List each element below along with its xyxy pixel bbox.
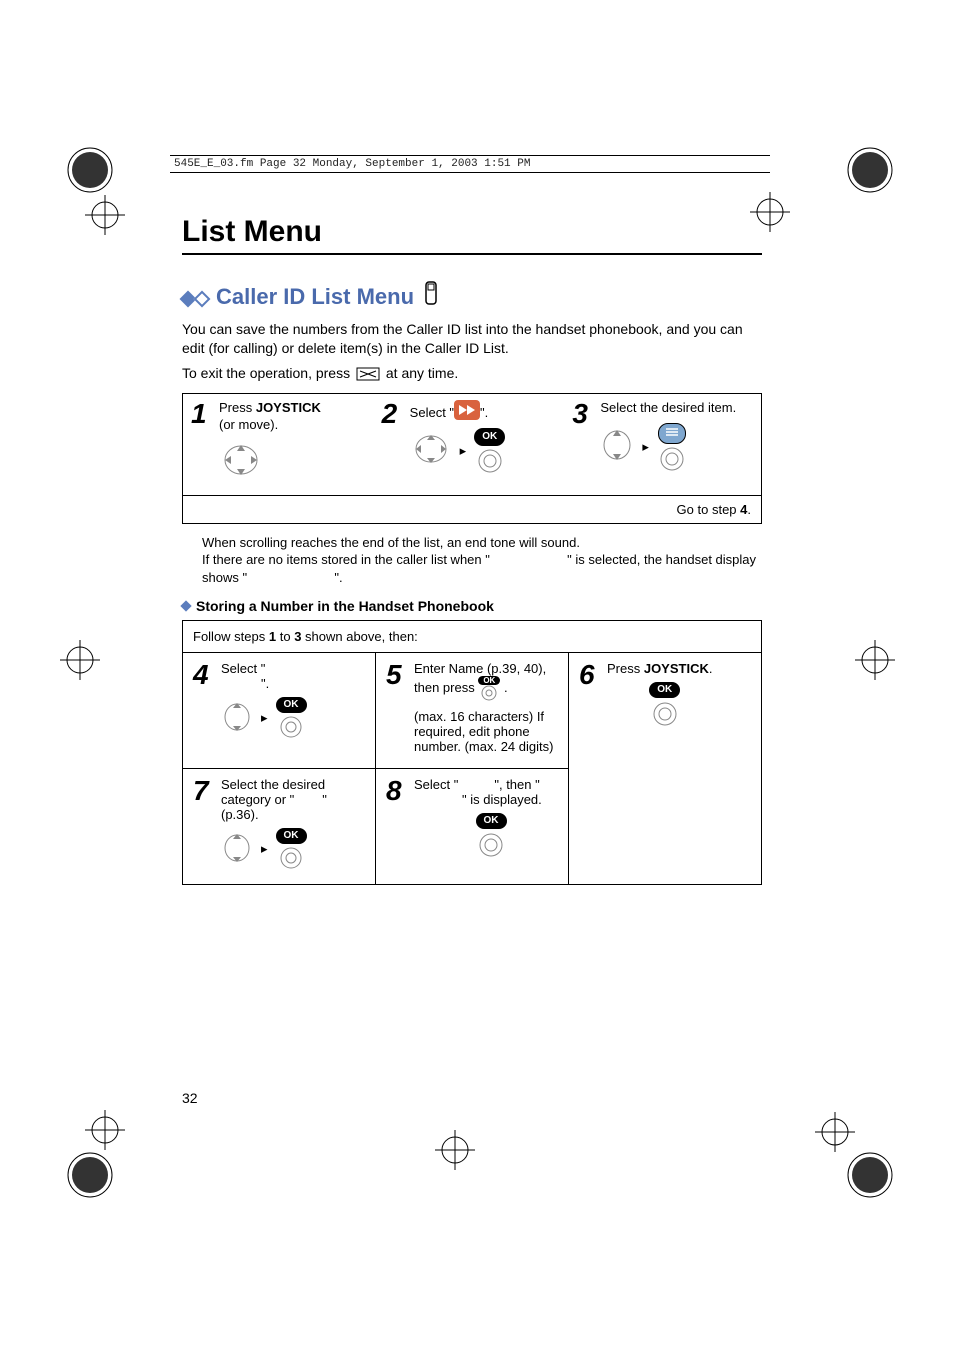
page-number: 32 bbox=[182, 1090, 198, 1106]
empty-cell bbox=[569, 768, 761, 884]
handset-icon bbox=[422, 281, 440, 312]
intro-text-1: You can save the numbers from the Caller… bbox=[182, 320, 762, 358]
step-1: 1 Press JOYSTICK (or move). bbox=[191, 400, 372, 485]
intro-text-2: To exit the operation, press at any time… bbox=[182, 364, 762, 383]
registration-mark-icon bbox=[60, 1145, 120, 1205]
steps-4-8-box: Follow steps 1 to 3 shown above, then: 4… bbox=[182, 620, 762, 885]
arrow-right-icon: ▸ bbox=[642, 439, 649, 456]
joystick-press-icon bbox=[277, 715, 305, 739]
ok-softkey-badge: OK bbox=[474, 428, 505, 446]
steps-1-3-box: 1 Press JOYSTICK (or move). 2 Select " bbox=[182, 393, 762, 524]
step-2: 2 Select " ". ▸ OK bbox=[382, 400, 563, 474]
joystick-updown-icon bbox=[221, 830, 253, 869]
step-8: 8 Select "", then "" is displayed. OK bbox=[376, 768, 569, 884]
joystick-updown-icon bbox=[221, 699, 253, 738]
crosshair-icon bbox=[435, 1130, 475, 1170]
joystick-press-icon bbox=[650, 700, 680, 728]
joystick-press-icon bbox=[277, 846, 305, 870]
step-4: 4 Select " ". ▸ OK bbox=[183, 653, 376, 768]
page-title: List Menu bbox=[182, 215, 762, 249]
ok-softkey-badge: OK bbox=[276, 697, 307, 713]
crosshair-icon bbox=[855, 640, 895, 680]
joystick-4way-icon bbox=[410, 430, 452, 473]
crosshair-icon bbox=[85, 1110, 125, 1150]
registration-mark-icon bbox=[840, 1145, 900, 1205]
joystick-press-icon bbox=[476, 831, 506, 859]
ok-softkey-badge: OK bbox=[649, 682, 680, 698]
step-7: 7 Select the desired category or "" (p.3… bbox=[183, 768, 376, 884]
arrow-right-icon: ▸ bbox=[460, 443, 467, 460]
ok-softkey-badge: OK bbox=[276, 828, 307, 844]
step-5: 5 Enter Name (p.39, 40), then press OK .… bbox=[376, 653, 569, 768]
scroll-note: When scrolling reaches the end of the li… bbox=[202, 534, 762, 587]
diamond-icon bbox=[180, 601, 191, 612]
diamond-icon bbox=[194, 290, 211, 307]
joystick-press-icon bbox=[475, 448, 505, 474]
crosshair-icon bbox=[60, 640, 100, 680]
title-underline bbox=[182, 253, 762, 255]
section-title: Caller ID List Menu bbox=[216, 284, 414, 310]
sub-heading-row: Storing a Number in the Handset Phoneboo… bbox=[182, 598, 762, 614]
follow-steps-text: Follow steps 1 to 3 shown above, then: bbox=[183, 621, 761, 653]
document-header-path: 545E_E_03.fm Page 32 Monday, September 1… bbox=[170, 155, 770, 173]
caller-list-icon bbox=[454, 400, 480, 420]
joystick-updown-icon bbox=[600, 426, 634, 469]
arrow-right-icon: ▸ bbox=[261, 710, 268, 726]
step-3: 3 Select the desired item. ▸ bbox=[572, 400, 753, 472]
step-6: 6 Press JOYSTICK. OK bbox=[569, 653, 761, 768]
sub-heading: Storing a Number in the Handset Phoneboo… bbox=[196, 598, 494, 614]
menu-key-icon bbox=[657, 423, 687, 472]
goto-step-4: Go to step 4. bbox=[183, 495, 761, 523]
ok-softkey-badge: OK bbox=[476, 813, 507, 829]
joystick-4way-icon bbox=[219, 440, 263, 485]
registration-mark-icon bbox=[60, 140, 120, 200]
ok-joystick-inline-icon: OK bbox=[478, 676, 500, 701]
crosshair-icon bbox=[815, 1112, 855, 1152]
cancel-key-icon bbox=[354, 365, 386, 381]
arrow-right-icon: ▸ bbox=[261, 841, 268, 857]
registration-mark-icon bbox=[840, 140, 900, 200]
crosshair-icon bbox=[85, 195, 125, 235]
section-heading-row: Caller ID List Menu bbox=[182, 281, 762, 312]
